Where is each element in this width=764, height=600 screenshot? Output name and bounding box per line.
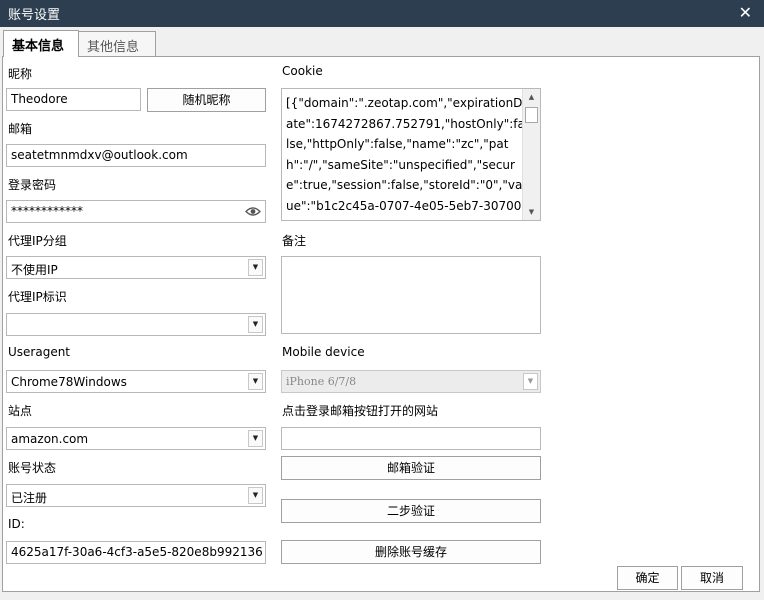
nickname-label: 昵称 [8, 67, 33, 81]
notes-textarea[interactable] [281, 256, 541, 334]
scroll-down-icon[interactable]: ▼ [523, 204, 540, 220]
mobile-device-select: iPhone 6/7/8 ▼ [281, 370, 541, 393]
mobile-device-value: iPhone 6/7/8 [286, 375, 357, 388]
close-icon[interactable]: ✕ [739, 3, 752, 22]
title-bar: 账号设置 ✕ [0, 0, 764, 27]
site-select[interactable]: amazon.com ▼ [6, 427, 266, 450]
scroll-thumb[interactable] [525, 107, 538, 123]
cookie-textarea[interactable]: [{"domain":".zeotap.com","expirationDate… [281, 88, 541, 221]
chevron-down-icon[interactable]: ▼ [248, 259, 263, 276]
chevron-down-icon[interactable]: ▼ [248, 316, 263, 333]
scroll-up-icon[interactable]: ▲ [523, 89, 540, 105]
login-site-input[interactable] [281, 427, 541, 450]
eye-icon[interactable] [245, 205, 261, 218]
proxy-group-value: 不使用IP [11, 263, 58, 277]
proxy-group-label: 代理IP分组 [8, 234, 67, 248]
id-label: ID: [8, 517, 25, 531]
notes-label: 备注 [282, 234, 307, 248]
proxy-id-select[interactable]: ▼ [6, 313, 266, 336]
random-nickname-button[interactable]: 随机昵称 [147, 88, 266, 112]
account-status-label: 账号状态 [8, 461, 57, 475]
cancel-button[interactable]: 取消 [681, 566, 743, 590]
useragent-value: Chrome78Windows [11, 375, 127, 389]
site-value: amazon.com [11, 432, 89, 446]
proxy-id-label: 代理IP标识 [8, 290, 67, 304]
chevron-down-icon[interactable]: ▼ [248, 430, 263, 447]
basic-info-panel: 昵称 Theodore 随机昵称 邮箱 seatetmnmdxv@outlook… [2, 56, 760, 592]
cookie-scrollbar[interactable]: ▲ ▼ [522, 89, 540, 220]
tab-other-info[interactable]: 其他信息 [78, 31, 156, 56]
email-input[interactable]: seatetmnmdxv@outlook.com [6, 144, 266, 167]
chevron-down-icon[interactable]: ▼ [248, 487, 263, 504]
ok-button[interactable]: 确定 [617, 566, 678, 590]
account-status-select[interactable]: 已注册 ▼ [6, 484, 266, 507]
password-label: 登录密码 [8, 178, 57, 192]
cookie-label: Cookie [282, 64, 323, 78]
tab-strip: 基本信息 其他信息 [0, 27, 764, 57]
nickname-input[interactable]: Theodore [6, 88, 141, 111]
tab-basic-info[interactable]: 基本信息 [3, 30, 79, 57]
proxy-group-select[interactable]: 不使用IP ▼ [6, 256, 266, 279]
id-input[interactable]: 4625a17f-30a6-4cf3-a5e5-820e8b992136 [6, 541, 266, 564]
clear-cache-button[interactable]: 删除账号缓存 [281, 540, 541, 564]
login-site-label: 点击登录邮箱按钮打开的网站 [282, 404, 439, 418]
useragent-select[interactable]: Chrome78Windows ▼ [6, 370, 266, 393]
mobile-device-label: Mobile device [282, 345, 365, 359]
password-value: ************ [11, 204, 83, 218]
window-title: 账号设置 [8, 8, 61, 23]
cookie-value: [{"domain":".zeotap.com","expirationDate… [286, 96, 526, 220]
verify-email-button[interactable]: 邮箱验证 [281, 456, 541, 480]
site-label: 站点 [8, 404, 33, 418]
account-status-value: 已注册 [11, 491, 48, 505]
two-step-verify-button[interactable]: 二步验证 [281, 499, 541, 523]
chevron-down-icon[interactable]: ▼ [248, 373, 263, 390]
password-input[interactable]: ************ [6, 200, 266, 223]
useragent-label: Useragent [8, 345, 71, 359]
chevron-down-icon: ▼ [523, 373, 538, 390]
email-label: 邮箱 [8, 122, 33, 136]
